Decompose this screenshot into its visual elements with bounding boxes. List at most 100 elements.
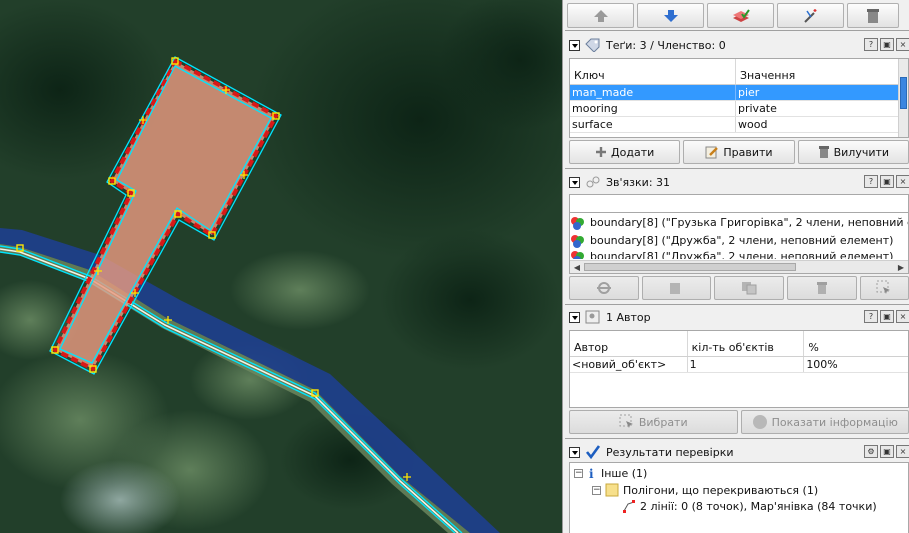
tag-value[interactable]: pier [736, 85, 899, 100]
column-count[interactable]: кіл-ть об'єктів [688, 331, 805, 356]
show-info-button[interactable]: Показати інформацію [740, 410, 909, 434]
relation-label: boundary[8] ("Дружба", 2 члени, неповний… [590, 234, 894, 247]
collapse-icon[interactable] [569, 39, 580, 51]
edit-icon [705, 146, 719, 159]
relation-icon [586, 176, 600, 188]
delete-relation-button[interactable] [786, 276, 857, 300]
apply-preset-button[interactable] [707, 3, 774, 28]
relation-members-icon [571, 216, 584, 230]
table-row[interactable]: <новий_об'єкт> 1 100% [570, 357, 908, 373]
separator [565, 438, 909, 439]
info-icon: i [589, 467, 594, 480]
column-key[interactable]: Ключ [570, 59, 736, 84]
title-actions: ⚙ ▣ × [864, 445, 909, 458]
close-icon[interactable]: × [896, 175, 909, 188]
detach-icon[interactable]: ▣ [880, 175, 894, 188]
tree-node-other[interactable]: − i Інше (1) [574, 467, 647, 480]
delete-button[interactable] [847, 3, 899, 28]
relations-dialog-title[interactable]: Зв'язки: 31 ? ▣ × [565, 171, 909, 193]
duplicate-relation-button[interactable] [714, 276, 784, 300]
show-info-label: Показати інформацію [771, 415, 898, 429]
relations-title: Зв'язки: 31 [606, 175, 671, 189]
config-icon[interactable]: ⚙ [864, 445, 878, 458]
plus-icon [596, 147, 607, 157]
validation-tree[interactable]: − i Інше (1) − Полігони, що перекривають… [569, 462, 909, 533]
tag-key[interactable]: surface [570, 117, 736, 132]
list-item[interactable]: boundary[8] ("Дружба", 2 члени, неповний… [570, 250, 893, 259]
map-canvas[interactable] [0, 0, 562, 533]
delete-tag-button[interactable]: Вилучити [797, 140, 909, 164]
list-item[interactable]: boundary[8] ("Грузька Григорівка", 2 чле… [570, 214, 908, 231]
select-members-button[interactable] [859, 276, 909, 300]
edit-icon [670, 283, 681, 294]
edit-tag-button[interactable]: Правити [683, 140, 795, 164]
edit-relation-button[interactable] [641, 276, 712, 300]
relations-list[interactable]: boundary[8] ("Грузька Григорівка", 2 чле… [569, 212, 909, 274]
tree-node-issue[interactable]: − Полігони, що перекриваються (1) [592, 483, 818, 497]
tag-icon [585, 38, 600, 52]
tag-key[interactable]: man_made [570, 85, 736, 100]
authors-table-header: Автор кіл-ть об'єктів % [570, 331, 908, 357]
column-value[interactable]: Значення [736, 59, 899, 84]
tag-row[interactable]: surface wood [570, 117, 908, 133]
info-globe-icon [752, 415, 767, 429]
authors-table[interactable]: Автор кіл-ть об'єктів % <новий_об'єкт> 1… [569, 330, 909, 408]
author-name[interactable]: <новий_об'єкт> [570, 357, 688, 372]
collapse-icon[interactable] [569, 311, 580, 323]
column-author[interactable]: Автор [570, 331, 688, 356]
help-icon[interactable]: ? [864, 175, 878, 188]
tags-table-header: Ключ Значення [570, 59, 908, 85]
magic-wand-button[interactable] [777, 3, 844, 28]
relations-filter[interactable] [569, 194, 909, 212]
new-relation-button[interactable] [569, 276, 639, 300]
scroll-right-icon[interactable]: ▶ [896, 263, 906, 272]
tag-value[interactable]: private [736, 101, 899, 116]
relations-hscrollbar[interactable]: ◀ ▶ [570, 260, 908, 273]
validation-title: Результати перевірки [606, 445, 734, 459]
author-percent[interactable]: 100% [804, 357, 908, 372]
trash-icon [818, 146, 829, 158]
separator [565, 30, 909, 31]
tag-key[interactable]: mooring [570, 101, 736, 116]
detach-icon[interactable]: ▣ [880, 445, 894, 458]
select-cursor-icon [619, 414, 633, 428]
close-icon[interactable]: × [896, 310, 909, 323]
collapse-icon[interactable] [569, 176, 580, 188]
tag-value[interactable]: wood [736, 117, 899, 132]
move-up-button[interactable] [567, 3, 634, 28]
properties-toolbar [567, 0, 909, 30]
detach-icon[interactable]: ▣ [880, 310, 894, 323]
authors-dialog-title[interactable]: 1 Автор ? ▣ × [565, 306, 909, 328]
authors-buttons: Вибрати Показати інформацію [569, 410, 909, 434]
tags-table[interactable]: Ключ Значення man_made pier mooring priv… [569, 58, 909, 138]
close-icon[interactable]: × [896, 445, 909, 458]
tree-node-detail[interactable]: 2 лінії: 0 (8 точок), Мар'янівка (84 точ… [622, 499, 877, 513]
layers-check-icon [732, 8, 750, 22]
map-view[interactable] [0, 0, 562, 533]
collapse-node-icon[interactable]: − [592, 485, 601, 495]
help-icon[interactable]: ? [864, 38, 878, 51]
help-icon[interactable]: ? [864, 310, 878, 323]
tag-row[interactable]: man_made pier [570, 85, 908, 101]
detach-icon[interactable]: ▣ [880, 38, 894, 51]
column-percent[interactable]: % [804, 331, 908, 356]
validation-dialog-title[interactable]: Результати перевірки ⚙ ▣ × [565, 441, 909, 463]
tags-dialog-title[interactable]: Теґи: 3 / Членство: 0 ? ▣ × [565, 34, 909, 56]
title-actions: ? ▣ × [864, 38, 909, 51]
tree-node-label: Інше (1) [601, 467, 648, 480]
list-item[interactable]: boundary[8] ("Дружба", 2 члени, неповний… [570, 232, 893, 249]
close-icon[interactable]: × [896, 38, 909, 51]
tag-row[interactable]: mooring private [570, 101, 908, 117]
move-down-button[interactable] [637, 3, 704, 28]
relation-label: boundary[8] ("Грузька Григорівка", 2 чле… [590, 216, 908, 229]
folder-icon [605, 483, 619, 497]
collapse-node-icon[interactable]: − [574, 469, 583, 478]
tags-scrollbar[interactable] [898, 59, 908, 137]
select-author-button[interactable]: Вибрати [569, 410, 738, 434]
separator [565, 168, 909, 169]
author-count[interactable]: 1 [688, 357, 805, 372]
collapse-icon[interactable] [569, 446, 580, 458]
relation-label: boundary[8] ("Дружба", 2 члени, неповний… [590, 250, 894, 259]
add-tag-button[interactable]: Додати [569, 140, 681, 164]
scroll-left-icon[interactable]: ◀ [572, 263, 582, 272]
